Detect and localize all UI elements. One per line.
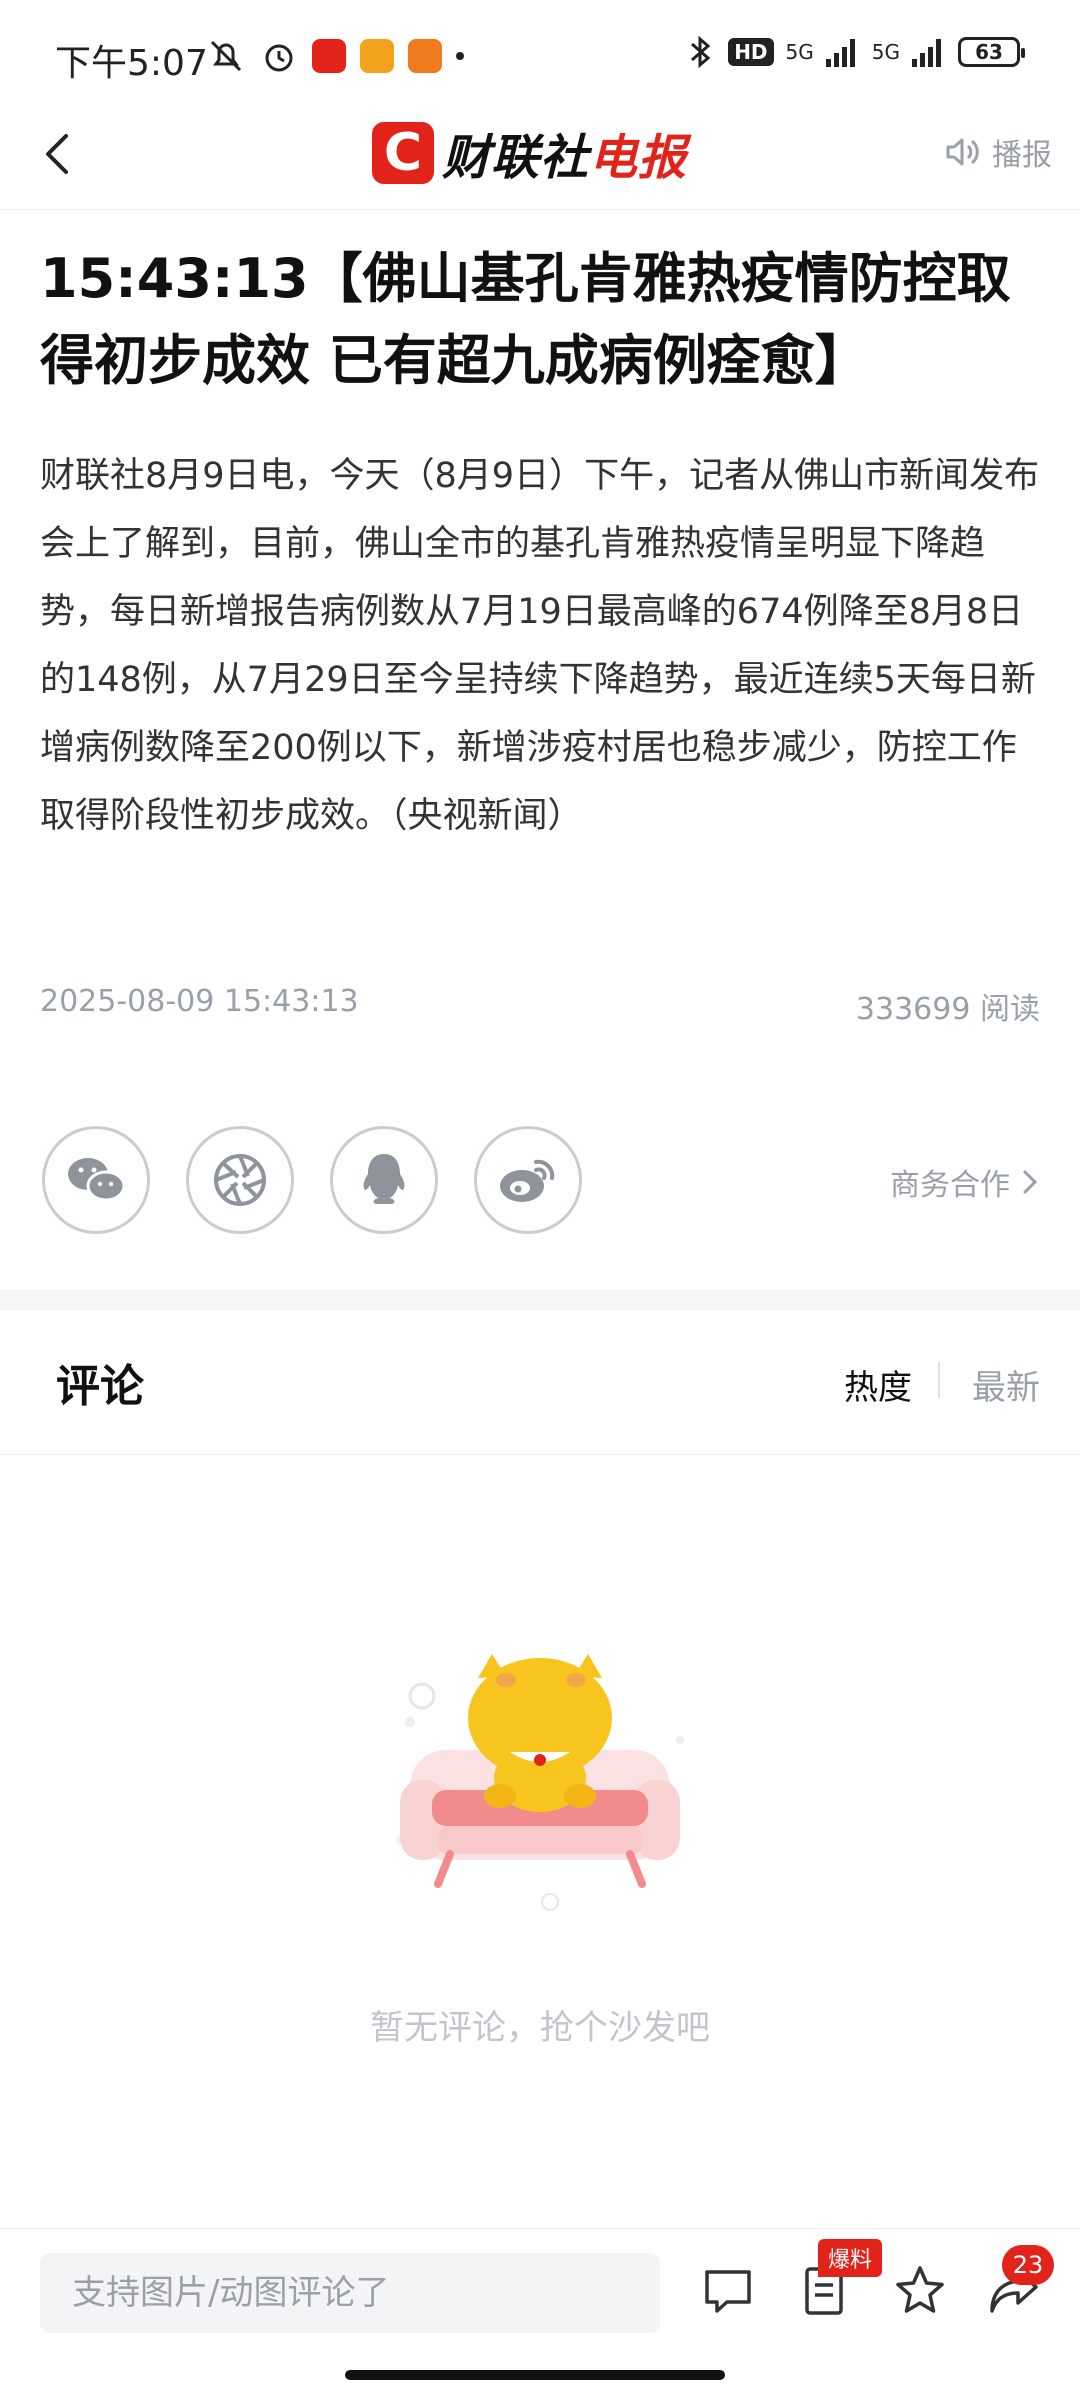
sort-new-tab[interactable]: 最新 <box>972 1360 1040 1409</box>
sort-separator <box>938 1362 940 1398</box>
app-logo: C 财联社 电报 <box>372 118 687 188</box>
wechat-icon <box>68 1158 126 1202</box>
baoliao-badge: 爆料 <box>818 2239 883 2277</box>
status-right: HD 5G 5G 63 <box>686 34 1025 70</box>
weibo-icon <box>500 1159 555 1202</box>
broadcast-label: 播报 <box>992 138 1052 173</box>
bluetooth-icon <box>691 35 711 69</box>
speaker-icon <box>946 138 979 166</box>
status-time: 下午5:07 <box>55 43 208 84</box>
article-body: 财联社8月9日电，今天（8月9日）下午，记者从佛山市新闻发布会上了解到，目前，佛… <box>40 456 1040 836</box>
nav-bar: C 财联社 电报 播报 <box>0 100 1080 210</box>
comment-bubble-icon <box>705 2270 751 2313</box>
app-notification-icon <box>408 39 442 73</box>
bottom-action-bar: 爆料 23 <box>0 2228 1080 2348</box>
status-bar: 下午5:07 HD 5G 5G 63 <box>0 0 1080 100</box>
read-count: 333699 阅读 <box>856 984 1040 1028</box>
home-indicator[interactable] <box>345 2370 725 2380</box>
sort-hot-tab[interactable]: 热度 <box>844 1360 912 1409</box>
alarm-icon <box>265 44 293 72</box>
comments-title: 评论 <box>56 1361 144 1412</box>
status-notification-icons <box>206 34 464 78</box>
business-cooperation-link[interactable]: 商务合作 <box>890 1160 1040 1204</box>
share-row <box>42 1126 582 1234</box>
share-moments-button[interactable] <box>186 1126 294 1234</box>
signal-icon <box>912 39 941 67</box>
empty-comments-illustration <box>380 1640 700 1920</box>
broadcast-button[interactable]: 播报 <box>942 130 1052 174</box>
chevron-left-icon <box>46 134 68 174</box>
empty-comments-text: 暂无评论，抢个沙发吧 <box>370 2008 710 2048</box>
share-wechat-button[interactable] <box>42 1126 150 1234</box>
read-count-label: 阅读 <box>980 992 1040 1027</box>
comment-input[interactable] <box>40 2253 660 2333</box>
business-label: 商务合作 <box>890 1168 1010 1203</box>
moments-icon <box>214 1154 266 1206</box>
app-notification-icon <box>312 39 346 73</box>
section-divider <box>0 1290 1080 1310</box>
star-icon <box>896 2266 944 2313</box>
back-button[interactable] <box>30 124 90 184</box>
mascot-on-sofa-illustration <box>396 1654 684 1911</box>
share-count-badge: 23 <box>1002 2245 1054 2285</box>
app-notification-icon <box>360 39 394 73</box>
more-dot-icon <box>456 52 464 60</box>
share-qq-button[interactable] <box>330 1126 438 1234</box>
network-label: 5G <box>871 40 900 64</box>
logo-mark: C <box>372 122 434 184</box>
network-label: 5G <box>785 40 814 64</box>
comments-header: 评论 热度 最新 <box>0 1310 1080 1455</box>
battery-indicator: 63 <box>958 37 1025 67</box>
favorite-button[interactable] <box>888 2259 952 2323</box>
logo-suffix-text: 电报 <box>589 130 688 186</box>
logo-brand-text: 财联社 <box>442 130 590 186</box>
share-weibo-button[interactable] <box>474 1126 582 1234</box>
article-headline: 15:43:13【佛山基孔肯雅热疫情防控取得初步成效 已有超九成病例痊愈】 <box>40 247 1011 392</box>
mute-bell-icon <box>210 40 242 72</box>
comments-button[interactable] <box>696 2259 760 2323</box>
article-date: 2025-08-09 15:43:13 <box>40 984 359 1019</box>
qq-icon <box>363 1154 405 1204</box>
read-count-value: 333699 <box>855 992 971 1027</box>
chevron-right-icon <box>1023 1170 1038 1194</box>
hd-badge: HD <box>728 38 774 66</box>
signal-icon <box>825 39 855 67</box>
